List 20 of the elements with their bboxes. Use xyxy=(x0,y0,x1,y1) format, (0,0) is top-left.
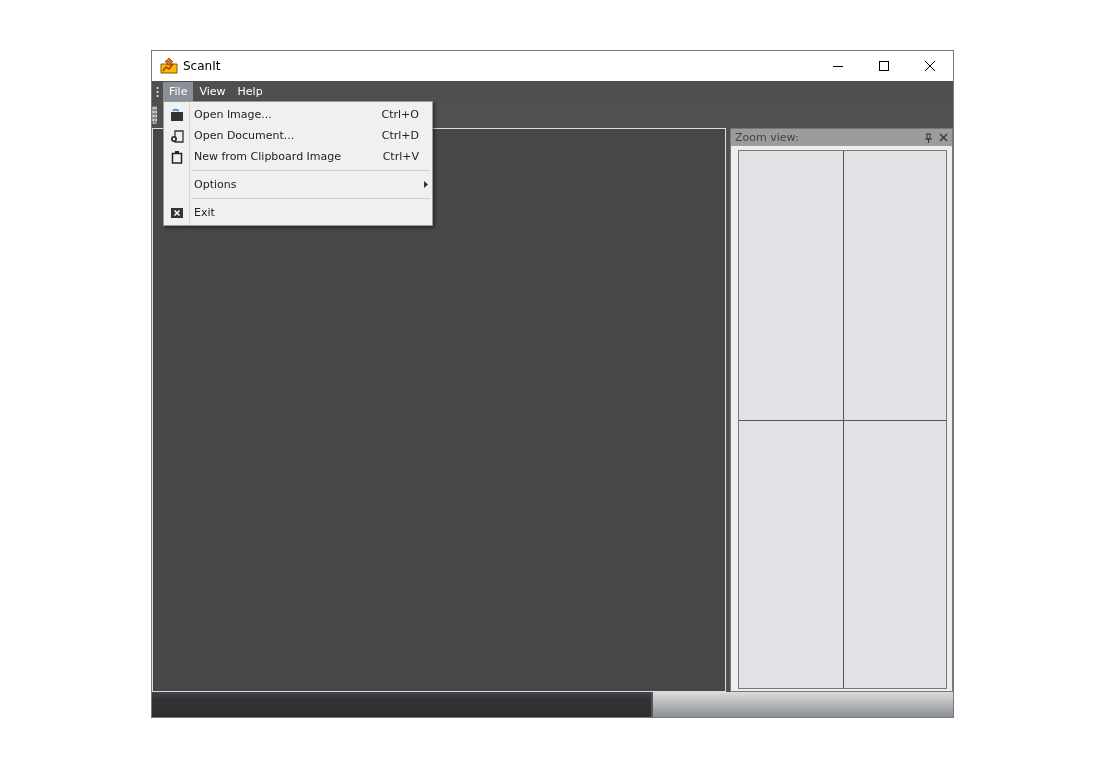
menu-entry[interactable]: Exit xyxy=(164,202,432,223)
panel-title: Zoom view: xyxy=(735,131,799,144)
submenu-arrow-icon xyxy=(424,181,428,188)
app-logo-icon xyxy=(160,58,178,74)
folder-camera-icon xyxy=(170,128,184,143)
close-box-icon xyxy=(171,207,183,218)
menu-entry[interactable]: Options xyxy=(164,174,432,195)
close-icon[interactable] xyxy=(939,133,948,142)
clipboard-icon xyxy=(171,149,183,164)
pin-icon[interactable] xyxy=(924,132,933,143)
window-title: ScanIt xyxy=(183,59,221,73)
grip-icon[interactable] xyxy=(156,85,159,98)
close-icon xyxy=(924,60,936,72)
maximize-icon xyxy=(878,60,890,72)
menu-item[interactable]: View xyxy=(193,82,232,101)
menu-entry[interactable]: New from Clipboard Image Ctrl+V xyxy=(164,146,432,167)
menu-entry[interactable]: Open Image... Ctrl+O xyxy=(164,104,432,125)
menu-item[interactable]: Help xyxy=(231,82,269,101)
menu-entry[interactable]: Open Document... Ctrl+D xyxy=(164,125,432,146)
grip-icon[interactable] xyxy=(152,106,157,124)
